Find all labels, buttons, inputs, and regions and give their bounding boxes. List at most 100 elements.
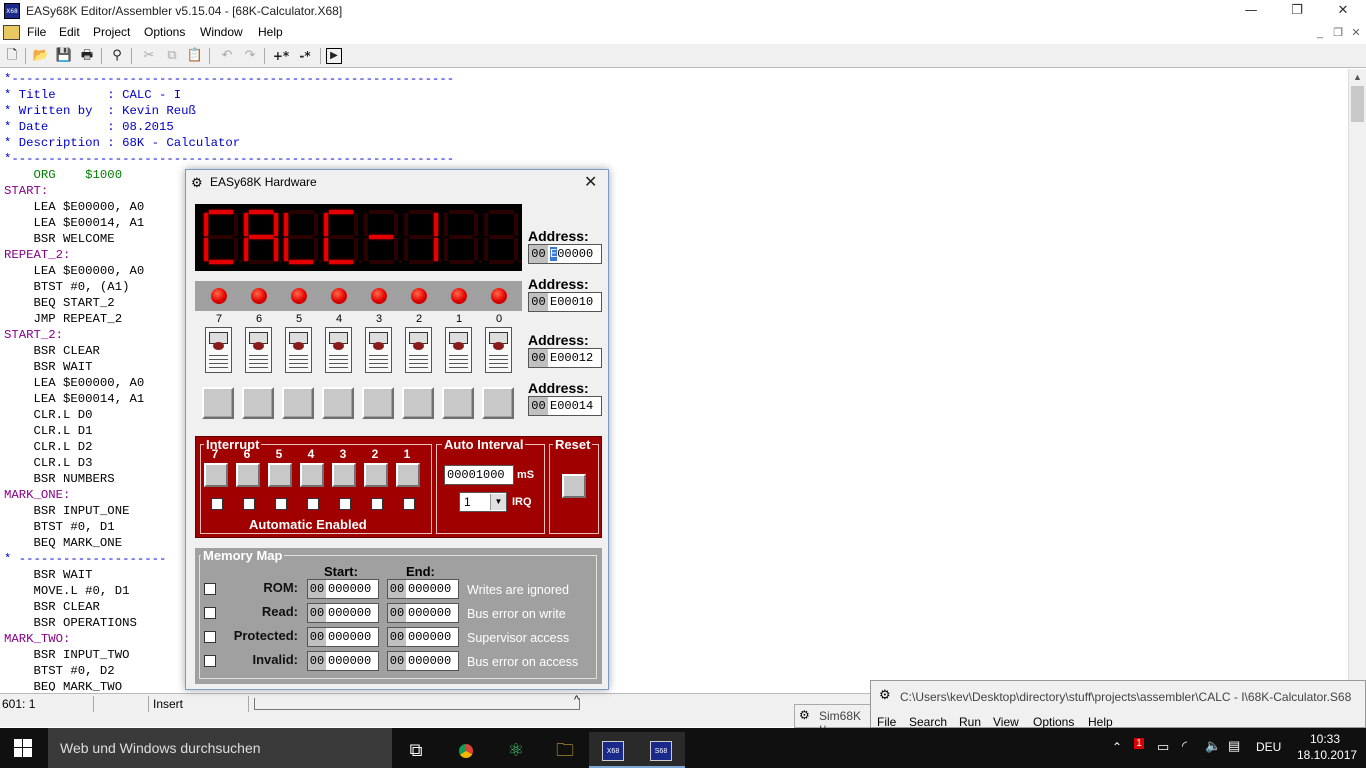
undo-icon[interactable]: ↶: [218, 47, 236, 65]
interrupt-button[interactable]: [396, 463, 420, 487]
push-button[interactable]: [202, 387, 234, 419]
notification-badge-icon[interactable]: 1: [1131, 738, 1147, 754]
menu-options[interactable]: Options: [144, 25, 185, 39]
find-binoculars-icon[interactable]: ⚲: [108, 47, 126, 65]
push-button[interactable]: [282, 387, 314, 419]
interrupt-button[interactable]: [332, 463, 356, 487]
memory-start-field[interactable]: 00 000000: [307, 651, 379, 671]
toggle-switch[interactable]: [405, 327, 432, 373]
wifi-icon[interactable]: ◜: [1182, 738, 1187, 754]
chevron-down-icon[interactable]: ▼: [490, 494, 506, 510]
new-file-icon[interactable]: 🗋: [3, 47, 21, 65]
memory-start-field[interactable]: 00 000000: [307, 603, 379, 623]
interrupt-auto-checkbox[interactable]: [211, 498, 223, 510]
task-view-icon[interactable]: ⧉: [392, 732, 440, 768]
child-restore-button[interactable]: ❐: [1330, 26, 1346, 40]
toggle-switch[interactable]: [205, 327, 232, 373]
clock-time[interactable]: 10:33: [1310, 732, 1340, 746]
toggle-switch[interactable]: [445, 327, 472, 373]
interrupt-auto-checkbox[interactable]: [275, 498, 287, 510]
memory-end-field[interactable]: 00 000000: [387, 651, 459, 671]
child-close-button[interactable]: ✕: [1348, 26, 1364, 40]
toggle-switch[interactable]: [245, 327, 272, 373]
interrupt-auto-checkbox[interactable]: [243, 498, 255, 510]
sim-menu-search[interactable]: Search: [909, 715, 947, 729]
sim68k-window[interactable]: ⚙ C:\Users\kev\Desktop\directory\stuff\p…: [870, 680, 1366, 729]
horizontal-scrollbar[interactable]: [0, 713, 870, 727]
address-field-leds[interactable]: 00 E00010: [528, 292, 602, 312]
action-center-icon[interactable]: ▤: [1228, 738, 1240, 754]
sim-menu-view[interactable]: View: [993, 715, 1019, 729]
menu-file[interactable]: File: [27, 25, 46, 39]
push-button[interactable]: [442, 387, 474, 419]
language-indicator[interactable]: DEU: [1256, 740, 1281, 754]
search-box[interactable]: Web und Windows durchsuchen: [48, 728, 392, 768]
volume-icon[interactable]: 🔈: [1205, 738, 1221, 754]
cut-icon[interactable]: ✂: [140, 47, 158, 65]
comment-add-button[interactable]: +*: [270, 47, 292, 65]
interrupt-auto-checkbox[interactable]: [307, 498, 319, 510]
clock-date[interactable]: 18.10.2017: [1297, 748, 1357, 762]
paste-icon[interactable]: 📋: [186, 47, 204, 65]
chrome-icon[interactable]: [442, 732, 490, 768]
toggle-switch[interactable]: [325, 327, 352, 373]
vertical-scrollbar[interactable]: ▲: [1348, 69, 1366, 691]
irq-select[interactable]: 1 ▼: [459, 492, 507, 512]
interrupt-button[interactable]: [364, 463, 388, 487]
open-folder-icon[interactable]: 📂: [32, 47, 50, 65]
hardware-close-button[interactable]: ✕: [584, 172, 597, 192]
reset-button[interactable]: [562, 474, 586, 498]
assemble-run-icon[interactable]: ▶: [326, 48, 342, 64]
memory-end-field[interactable]: 00 000000: [387, 603, 459, 623]
minimize-button[interactable]: —: [1228, 0, 1274, 23]
scroll-up-icon[interactable]: ▲: [1353, 72, 1362, 82]
memory-end-field[interactable]: 00 000000: [387, 579, 459, 599]
menu-help[interactable]: Help: [258, 25, 283, 39]
sim-menu-file[interactable]: File: [877, 715, 896, 729]
sim-menu-options[interactable]: Options: [1033, 715, 1074, 729]
interrupt-auto-checkbox[interactable]: [403, 498, 415, 510]
push-button[interactable]: [242, 387, 274, 419]
address-field-display[interactable]: 00 E00000: [528, 244, 602, 264]
sim-menu-run[interactable]: Run: [959, 715, 981, 729]
restore-button[interactable]: ❐: [1274, 0, 1320, 23]
interrupt-button[interactable]: [204, 463, 228, 487]
copy-icon[interactable]: ⧉: [163, 47, 181, 65]
sim68k-taskbar-icon[interactable]: S68: [637, 732, 685, 768]
toggle-switch[interactable]: [485, 327, 512, 373]
memory-end-field[interactable]: 00 000000: [387, 627, 459, 647]
address-field-buttons[interactable]: 00 E00014: [528, 396, 602, 416]
push-button[interactable]: [402, 387, 434, 419]
print-icon[interactable]: 🖶: [78, 47, 96, 65]
toggle-switch[interactable]: [285, 327, 312, 373]
interrupt-button[interactable]: [236, 463, 260, 487]
menu-window[interactable]: Window: [200, 25, 243, 39]
easy68k-editor-taskbar-icon[interactable]: X68: [589, 732, 637, 768]
sim68k-io-window[interactable]: ⚙ Sim68K I/: [794, 704, 872, 737]
push-button[interactable]: [362, 387, 394, 419]
interrupt-auto-checkbox[interactable]: [339, 498, 351, 510]
toggle-switch[interactable]: [365, 327, 392, 373]
scroll-thumb[interactable]: [1351, 86, 1364, 122]
interval-input[interactable]: 00001000: [444, 465, 514, 485]
push-button[interactable]: [482, 387, 514, 419]
child-minimize-button[interactable]: _: [1312, 26, 1328, 40]
interrupt-auto-checkbox[interactable]: [371, 498, 383, 510]
windows-start-icon[interactable]: [14, 739, 32, 757]
memory-start-field[interactable]: 00 000000: [307, 627, 379, 647]
redo-icon[interactable]: ↷: [241, 47, 259, 65]
interrupt-button[interactable]: [268, 463, 292, 487]
memory-start-field[interactable]: 00 000000: [307, 579, 379, 599]
menu-edit[interactable]: Edit: [59, 25, 80, 39]
address-field-switches[interactable]: 00 E00012: [528, 348, 602, 368]
menu-project[interactable]: Project: [93, 25, 130, 39]
chevron-up-icon[interactable]: ⌃: [1112, 740, 1122, 754]
battery-icon[interactable]: ▭: [1157, 739, 1169, 755]
atom-icon[interactable]: ⚛: [492, 732, 540, 768]
close-button[interactable]: ✕: [1320, 0, 1366, 23]
comment-remove-button[interactable]: -*: [294, 47, 316, 65]
push-button[interactable]: [322, 387, 354, 419]
document-icon[interactable]: [3, 25, 20, 40]
save-icon[interactable]: 💾: [55, 47, 73, 65]
file-explorer-icon[interactable]: 🗀: [541, 732, 589, 768]
